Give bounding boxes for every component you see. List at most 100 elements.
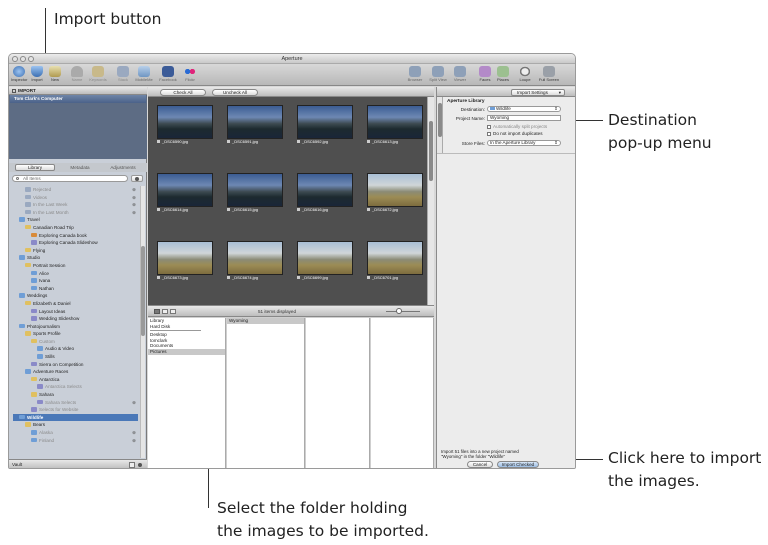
tree-item[interactable]: Alice: [13, 270, 138, 278]
tree-item[interactable]: Canadian Road Trip: [13, 224, 138, 232]
image-thumbnail[interactable]: _DSC6614.jpg: [157, 173, 213, 213]
add-vault-button[interactable]: [129, 462, 135, 468]
list-view-button[interactable]: [162, 309, 168, 314]
import-button[interactable]: Import: [29, 66, 45, 82]
image-thumbnail[interactable]: _DSC6615.jpg: [227, 173, 283, 213]
faces-button[interactable]: Faces: [477, 66, 493, 82]
tree-item[interactable]: Sierra on Competition: [13, 361, 138, 369]
check-all-button[interactable]: Check All: [160, 89, 206, 96]
tree-item[interactable]: Antarctica Selects: [13, 383, 138, 391]
grid-scroll-thumb[interactable]: [429, 121, 433, 181]
tree-item[interactable]: Bears: [13, 421, 138, 429]
tree-item[interactable]: Sahara: [13, 391, 138, 399]
checkbox-icon[interactable]: [367, 140, 370, 143]
cancel-button[interactable]: Cancel: [467, 461, 493, 468]
slider-knob[interactable]: [396, 308, 402, 314]
image-thumbnail[interactable]: _DSC6674.jpg: [227, 241, 283, 281]
tree-item[interactable]: Stills: [13, 353, 138, 361]
tree-item[interactable]: Sahara Selects ⊕: [13, 399, 138, 407]
image-thumbnail[interactable]: _DSC6672.jpg: [367, 173, 423, 213]
checkbox-icon[interactable]: [297, 276, 300, 279]
filmstrip-view-button[interactable]: [170, 309, 176, 314]
destination-popup-menu[interactable]: Wildlife ⇕: [487, 106, 561, 112]
image-thumbnail[interactable]: _DSC6592.jpg: [297, 105, 353, 145]
tree-item[interactable]: Travel: [13, 216, 138, 224]
tree-item[interactable]: Flying: [13, 247, 138, 255]
checkbox-box[interactable]: [487, 124, 491, 129]
search-field[interactable]: All Items: [12, 175, 128, 182]
tree-item[interactable]: Layout Ideas: [13, 308, 138, 316]
full-screen-button[interactable]: Full Screen: [535, 66, 563, 82]
tree-item[interactable]: In the Last Month ⊕: [13, 209, 138, 217]
image-thumbnail[interactable]: _DSC6701.jpg: [367, 241, 423, 281]
tree-item[interactable]: Custom: [13, 338, 138, 346]
import-checked-button[interactable]: Import Checked: [497, 461, 539, 468]
grid-scrollbar[interactable]: [427, 97, 434, 305]
flickr-button[interactable]: Flickr: [181, 66, 199, 82]
tree-scroll-thumb[interactable]: [141, 246, 145, 336]
image-thumbnail[interactable]: _DSC6613.jpg: [367, 105, 423, 145]
tree-item[interactable]: Rejected ⊕: [13, 186, 138, 194]
image-thumbnail[interactable]: _DSC6591.jpg: [227, 105, 283, 145]
tree-item[interactable]: Elizabeth & Daniel: [13, 300, 138, 308]
image-thumbnail[interactable]: _DSC6616.jpg: [297, 173, 353, 213]
tree-item[interactable]: Portrait Session: [13, 262, 138, 270]
thumbnail-size-slider[interactable]: [386, 311, 420, 312]
checkbox-icon[interactable]: [227, 276, 230, 279]
tab-library[interactable]: Library: [15, 164, 55, 171]
loupe-button[interactable]: Loupe: [517, 66, 533, 82]
import-source-item[interactable]: Tom Clark's Computer: [10, 95, 146, 103]
tree-item[interactable]: Antarctica: [13, 376, 138, 384]
tree-item[interactable]: Weddings: [13, 292, 138, 300]
checkbox-icon[interactable]: [157, 276, 160, 279]
gear-icon[interactable]: [138, 463, 142, 467]
tree-item[interactable]: Nathan: [13, 285, 138, 293]
no-duplicates-checkbox[interactable]: Do not import duplicates: [487, 131, 543, 136]
auto-split-checkbox[interactable]: Automatically split projects: [487, 124, 547, 129]
tree-item[interactable]: Wedding Slideshow: [13, 315, 138, 323]
new-button[interactable]: New: [47, 66, 63, 82]
tree-item[interactable]: Exploring Canada book: [13, 232, 138, 240]
name-button[interactable]: Name: [69, 66, 85, 82]
tree-item[interactable]: In the Last Week ⊕: [13, 201, 138, 209]
tab-adjustments[interactable]: Adjustments: [101, 164, 145, 171]
grid-view-button[interactable]: [154, 309, 160, 314]
checkbox-box[interactable]: [487, 131, 491, 136]
stack-button[interactable]: Stack: [115, 66, 131, 82]
checkbox-icon[interactable]: [157, 140, 160, 143]
browser-button[interactable]: Browser: [405, 66, 425, 82]
browser-item[interactable]: Pictures: [148, 348, 225, 355]
tree-item[interactable]: Ivana: [13, 277, 138, 285]
places-button[interactable]: Places: [495, 66, 511, 82]
import-settings-menu[interactable]: Import Settings ▾: [511, 89, 565, 96]
tree-item[interactable]: Photojournalism: [13, 323, 138, 331]
facebook-button[interactable]: Facebook: [157, 66, 179, 82]
tree-item[interactable]: Exploring Canada Slideshow: [13, 239, 138, 247]
project-name-field[interactable]: Wyoming: [487, 115, 561, 121]
image-thumbnail[interactable]: _DSC6590.jpg: [157, 105, 213, 145]
checkbox-icon[interactable]: [157, 208, 160, 211]
image-thumbnail[interactable]: _DSC6673.jpg: [157, 241, 213, 281]
tree-item[interactable]: Finland ⊕: [13, 437, 138, 445]
tree-item[interactable]: Videos ⊕: [13, 194, 138, 202]
tree-item[interactable]: Studio: [13, 254, 138, 262]
viewer-button[interactable]: Viewer: [451, 66, 469, 82]
uncheck-all-button[interactable]: Uncheck All: [212, 89, 258, 96]
inspector-button[interactable]: Inspector: [11, 66, 27, 82]
tree-item[interactable]: Audio & Video: [13, 345, 138, 353]
checkbox-icon[interactable]: [367, 208, 370, 211]
tab-metadata[interactable]: Metadata: [61, 164, 99, 171]
browser-item[interactable]: Wyoming: [227, 318, 304, 324]
tree-item[interactable]: Alaska ⊕: [13, 429, 138, 437]
image-thumbnail[interactable]: _DSC6699.jpg: [297, 241, 353, 281]
store-files-popup[interactable]: In the Aperture Library ⇕: [487, 140, 561, 146]
action-menu-button[interactable]: [131, 175, 143, 182]
checkbox-icon[interactable]: [297, 208, 300, 211]
tree-item[interactable]: Selects for Website: [13, 406, 138, 414]
checkbox-icon[interactable]: [227, 140, 230, 143]
split-view-button[interactable]: Split View: [427, 66, 449, 82]
checkbox-icon[interactable]: [227, 208, 230, 211]
tree-item[interactable]: Sports Profile: [13, 330, 138, 338]
checkbox-icon[interactable]: [367, 276, 370, 279]
tree-item[interactable]: Wildlife: [13, 413, 138, 422]
